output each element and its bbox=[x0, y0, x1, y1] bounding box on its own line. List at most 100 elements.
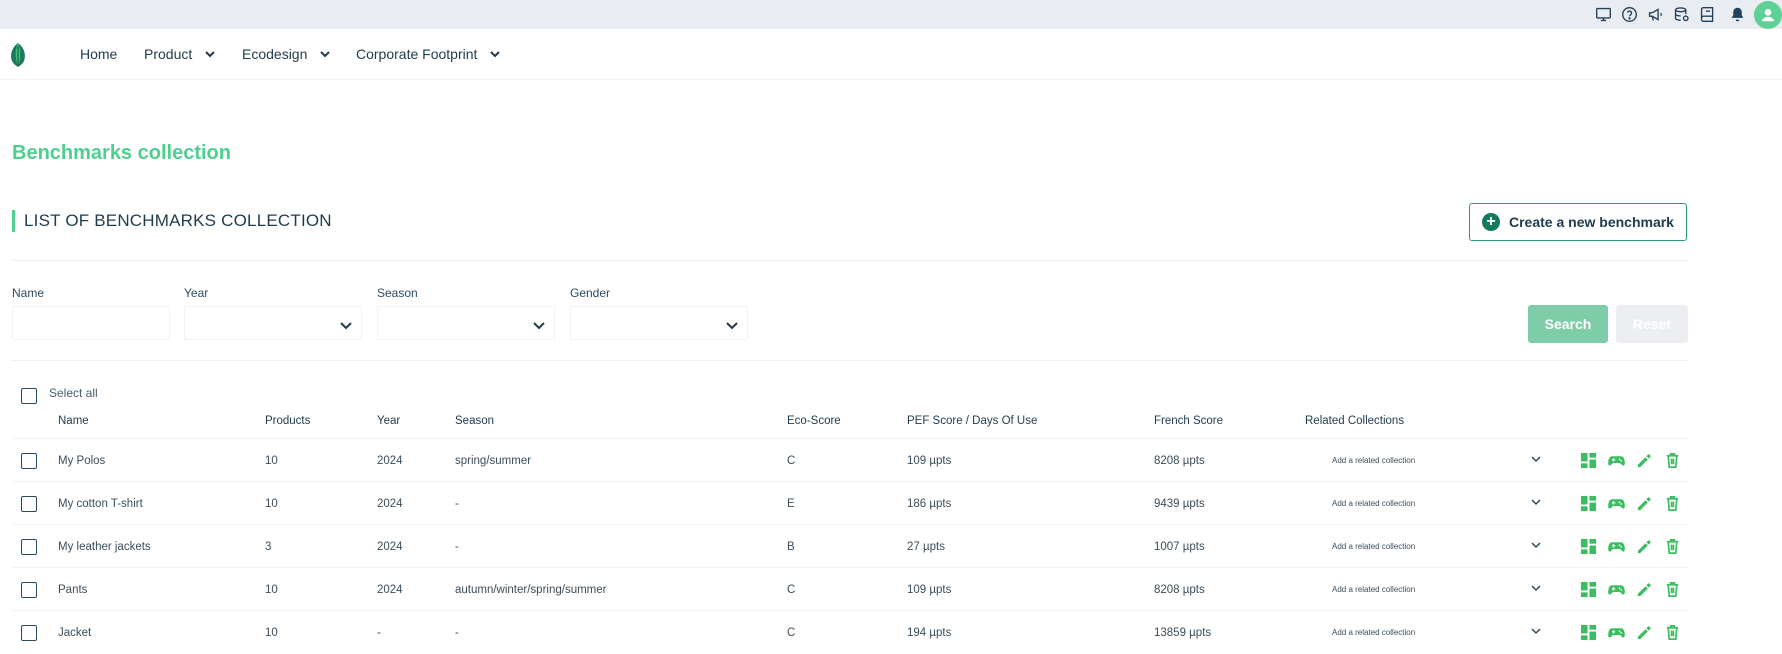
header-french-score[interactable]: French Score bbox=[1154, 415, 1223, 427]
row-actions bbox=[1574, 536, 1686, 556]
monitor-icon[interactable] bbox=[1590, 0, 1616, 29]
chevron-down-icon[interactable] bbox=[1530, 539, 1542, 551]
gamepad-icon[interactable] bbox=[1602, 579, 1630, 599]
cell-eco-score: C bbox=[787, 626, 796, 639]
cell-season: spring/summer bbox=[455, 454, 532, 467]
header-year[interactable]: Year bbox=[377, 415, 400, 427]
add-related-collection-link[interactable]: Add a related collection bbox=[1332, 439, 1415, 482]
cell-name[interactable]: My leather jackets bbox=[58, 525, 151, 568]
row-checkbox[interactable] bbox=[21, 539, 37, 555]
add-related-collection-link[interactable]: Add a related collection bbox=[1332, 568, 1415, 611]
bell-icon[interactable] bbox=[1724, 0, 1750, 29]
row-actions bbox=[1574, 579, 1686, 599]
search-button[interactable]: Search bbox=[1528, 305, 1608, 343]
header-products[interactable]: Products bbox=[265, 415, 310, 427]
nav-home[interactable]: Home bbox=[80, 46, 117, 62]
nav-product[interactable]: Product bbox=[144, 46, 216, 62]
nav-ecodesign[interactable]: Ecodesign bbox=[242, 46, 331, 62]
delete-icon[interactable] bbox=[1658, 622, 1686, 642]
reset-button[interactable]: Reset bbox=[1616, 305, 1688, 343]
chevron-down-icon[interactable] bbox=[1530, 625, 1542, 637]
cell-french-score: 1007 µpts bbox=[1154, 540, 1205, 553]
row-checkbox[interactable] bbox=[21, 453, 37, 469]
filter-year-label: Year bbox=[184, 286, 209, 300]
dashboard-icon[interactable] bbox=[1574, 493, 1602, 513]
year-filter-select[interactable] bbox=[184, 306, 362, 340]
add-related-collection-link[interactable]: Add a related collection bbox=[1332, 525, 1415, 568]
cell-name[interactable]: Pants bbox=[58, 568, 87, 611]
edit-icon[interactable] bbox=[1630, 493, 1658, 513]
edit-icon[interactable] bbox=[1630, 536, 1658, 556]
cell-eco-score: B bbox=[787, 540, 795, 553]
header-season[interactable]: Season bbox=[455, 415, 494, 427]
edit-icon[interactable] bbox=[1630, 450, 1658, 470]
name-filter-input[interactable] bbox=[12, 306, 170, 340]
create-benchmark-button[interactable]: + Create a new benchmark bbox=[1469, 203, 1687, 241]
delete-icon[interactable] bbox=[1658, 450, 1686, 470]
select-all-checkbox[interactable] bbox=[21, 388, 37, 404]
add-related-collection-link[interactable]: Add a related collection bbox=[1332, 611, 1415, 654]
delete-icon[interactable] bbox=[1658, 493, 1686, 513]
cell-season: - bbox=[455, 540, 459, 553]
chevron-down-icon[interactable] bbox=[1530, 496, 1542, 508]
gamepad-icon[interactable] bbox=[1602, 493, 1630, 513]
main-navbar: Home Product Ecodesign Corporate Footpri… bbox=[0, 29, 1782, 80]
cell-eco-score: C bbox=[787, 454, 796, 467]
help-icon[interactable] bbox=[1616, 0, 1642, 29]
cell-year: 2024 bbox=[377, 540, 403, 553]
nav-corporate-footprint[interactable]: Corporate Footprint bbox=[356, 46, 501, 62]
filter-season-label: Season bbox=[377, 286, 418, 300]
divider bbox=[12, 260, 1688, 261]
row-checkbox[interactable] bbox=[21, 496, 37, 512]
table-row[interactable]: My Polos 10 2024 spring/summer C 109 µpt… bbox=[12, 438, 1688, 482]
cell-products: 10 bbox=[265, 454, 278, 467]
row-checkbox[interactable] bbox=[21, 625, 37, 641]
select-all-label: Select all bbox=[49, 386, 98, 400]
cell-pef-score: 27 µpts bbox=[907, 540, 945, 553]
gamepad-icon[interactable] bbox=[1602, 622, 1630, 642]
cell-eco-score: E bbox=[787, 497, 795, 510]
filter-gender-label: Gender bbox=[570, 286, 611, 300]
app-logo[interactable] bbox=[8, 42, 28, 68]
divider bbox=[12, 360, 1688, 361]
user-avatar-icon[interactable] bbox=[1754, 0, 1782, 29]
plus-circle-icon: + bbox=[1482, 213, 1500, 231]
cell-name[interactable]: Jacket bbox=[58, 611, 91, 654]
database-icon[interactable] bbox=[1668, 0, 1694, 29]
header-eco-score[interactable]: Eco-Score bbox=[787, 415, 841, 427]
chevron-down-icon[interactable] bbox=[1530, 453, 1542, 465]
gender-filter-select[interactable] bbox=[570, 306, 748, 340]
header-name[interactable]: Name bbox=[58, 415, 89, 427]
dashboard-icon[interactable] bbox=[1574, 450, 1602, 470]
cell-products: 10 bbox=[265, 626, 278, 639]
nav-ecodesign-label: Ecodesign bbox=[242, 46, 308, 62]
gamepad-icon[interactable] bbox=[1602, 450, 1630, 470]
cell-year: 2024 bbox=[377, 583, 403, 596]
dashboard-icon[interactable] bbox=[1574, 579, 1602, 599]
delete-icon[interactable] bbox=[1658, 579, 1686, 599]
delete-icon[interactable] bbox=[1658, 536, 1686, 556]
nav-product-label: Product bbox=[144, 46, 193, 62]
table-row[interactable]: Pants 10 2024 autumn/winter/spring/summe… bbox=[12, 567, 1688, 611]
header-pef-score[interactable]: PEF Score / Days Of Use bbox=[907, 415, 1037, 427]
cell-name[interactable]: My cotton T-shirt bbox=[58, 482, 143, 525]
gamepad-icon[interactable] bbox=[1602, 536, 1630, 556]
megaphone-icon[interactable] bbox=[1642, 0, 1668, 29]
edit-icon[interactable] bbox=[1630, 622, 1658, 642]
cell-name[interactable]: My Polos bbox=[58, 439, 105, 482]
chevron-down-icon bbox=[320, 51, 331, 58]
top-utility-bar bbox=[0, 0, 1782, 29]
nav-home-label: Home bbox=[80, 46, 118, 62]
header-related-collections[interactable]: Related Collections bbox=[1305, 415, 1404, 427]
edit-icon[interactable] bbox=[1630, 579, 1658, 599]
dashboard-icon[interactable] bbox=[1574, 622, 1602, 642]
season-filter-select[interactable] bbox=[377, 306, 555, 340]
table-row[interactable]: Jacket 10 - - C 194 µpts 13859 µpts Add … bbox=[12, 610, 1688, 654]
row-checkbox[interactable] bbox=[21, 582, 37, 598]
dashboard-icon[interactable] bbox=[1574, 536, 1602, 556]
table-row[interactable]: My cotton T-shirt 10 2024 - E 186 µpts 9… bbox=[12, 481, 1688, 525]
book-icon[interactable] bbox=[1694, 0, 1720, 29]
add-related-collection-link[interactable]: Add a related collection bbox=[1332, 482, 1415, 525]
chevron-down-icon[interactable] bbox=[1530, 582, 1542, 594]
table-row[interactable]: My leather jackets 3 2024 - B 27 µpts 10… bbox=[12, 524, 1688, 568]
